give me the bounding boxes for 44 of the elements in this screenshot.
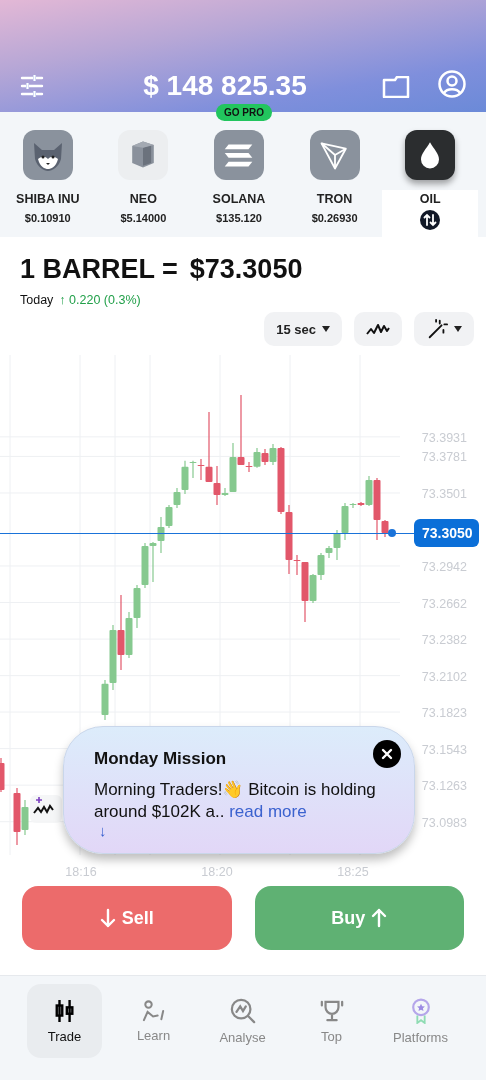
interval-dropdown[interactable]: 15 sec	[264, 312, 342, 346]
price-value: $73.3050	[189, 254, 303, 285]
caret-icon	[454, 326, 462, 332]
folder-icon[interactable]	[382, 76, 410, 98]
asset-icon	[405, 130, 456, 180]
asset-icon	[118, 130, 169, 180]
candlestick-icon	[53, 998, 76, 1023]
down-arrow-icon	[99, 908, 116, 928]
read-more-link[interactable]: read more	[229, 802, 307, 821]
nav-tab[interactable]: Trade	[27, 984, 102, 1058]
add-indicator-button[interactable]	[30, 795, 62, 823]
asset-tab[interactable]: SHIBA INU $0.10910	[0, 122, 96, 237]
close-button[interactable]	[373, 740, 401, 768]
candle	[0, 757, 5, 793]
price-dot	[388, 529, 396, 537]
asset-tab[interactable]: SOLANA $135.120	[191, 122, 287, 237]
popup-title: Monday Mission	[94, 749, 227, 769]
balance-amount: $ 148 825.35	[142, 70, 308, 102]
medal-icon	[409, 997, 432, 1024]
close-icon	[381, 748, 393, 760]
profile-icon[interactable]	[438, 70, 466, 98]
period-label: Today	[20, 293, 54, 307]
line-chart-icon	[366, 322, 390, 336]
asset-icon	[214, 130, 264, 180]
unit-label: 1 BARREL =	[20, 254, 178, 285]
magic-wand-icon	[426, 318, 448, 340]
sliders-icon[interactable]	[20, 74, 44, 98]
current-price-tag: 73.3050	[414, 519, 479, 547]
price-change: ↑ 0.220 (0.3%)	[59, 293, 141, 307]
down-arrow-icon[interactable]: ↓	[99, 823, 111, 839]
chart-search-icon	[229, 997, 256, 1024]
caret-icon	[322, 326, 330, 332]
swap-icon[interactable]	[420, 210, 441, 230]
mission-text: Morning Traders!👋 Bitcoin is holding around $102K a.. read more	[94, 779, 377, 823]
asset-icon	[22, 130, 73, 180]
go-pro-badge[interactable]: GO PRO	[216, 104, 272, 121]
chart-type-button[interactable]	[354, 312, 402, 346]
asset-tab[interactable]: TRON $0.26930	[286, 122, 383, 237]
person-icon	[140, 999, 167, 1022]
asset-icon	[309, 130, 360, 180]
indicators-dropdown[interactable]	[414, 312, 474, 346]
trophy-icon	[318, 998, 345, 1023]
up-arrow-icon	[371, 908, 388, 928]
asset-tab[interactable]: NEO $5.14000	[95, 122, 192, 237]
